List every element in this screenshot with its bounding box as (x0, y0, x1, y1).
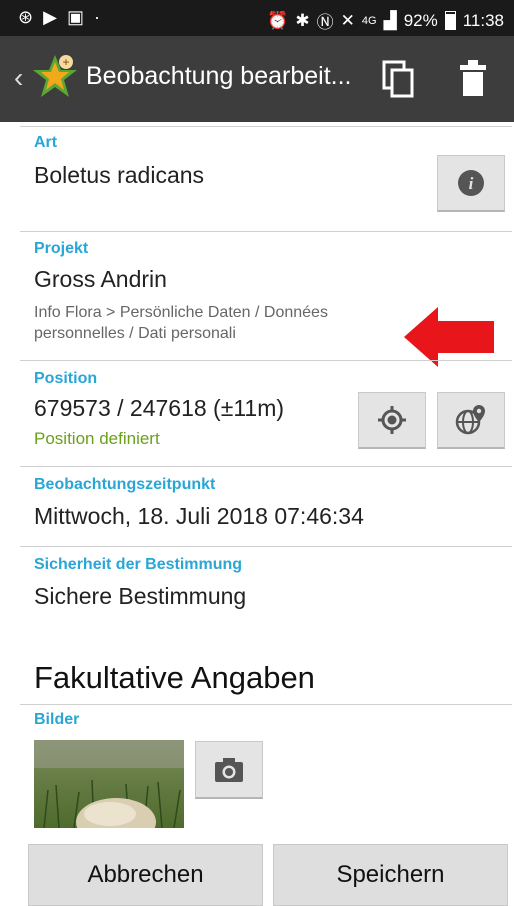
alarm-icon: ⏰ (267, 10, 289, 30)
battery-icon (444, 11, 456, 30)
page-title: Beobachtung bearbeit... (86, 62, 352, 90)
section-heading: Fakultative Angaben (34, 660, 315, 695)
notification-icon: ⊛ (18, 7, 34, 27)
battery-percent: 92% (403, 10, 438, 30)
back-chevron-icon[interactable]: ‹ (14, 62, 23, 94)
divider (20, 231, 512, 232)
camera-button[interactable] (195, 741, 263, 799)
divider (20, 126, 512, 127)
map-button[interactable] (437, 392, 505, 449)
cancel-button[interactable]: Abbrechen (28, 844, 263, 906)
delete-icon[interactable] (458, 56, 488, 98)
position-status: Position definiert (34, 429, 160, 448)
sicherheit-label: Sicherheit der Bestimmung (34, 556, 243, 573)
photo-thumbnail[interactable] (34, 740, 184, 828)
copy-icon[interactable] (380, 58, 416, 98)
bilder-label: Bilder (34, 711, 80, 728)
svg-text:i: i (469, 174, 474, 193)
bluetooth-icon: ✱ (295, 10, 310, 30)
gps-target-icon (378, 406, 406, 434)
svg-text:+: + (62, 55, 69, 69)
projekt-value[interactable]: Gross Andrin (34, 266, 167, 293)
signal-icon: ▟ (383, 10, 397, 30)
divider (20, 466, 512, 467)
status-left-icons: ⊛ ▶ ▣ · (18, 7, 100, 28)
zeitpunkt-value[interactable]: Mittwoch, 18. Juli 2018 07:46:34 (34, 503, 364, 530)
status-bar: ⊛ ▶ ▣ · ⏰ ✱ Ⓝ ✕ 4G ▟ 92% 11:38 (0, 0, 514, 36)
mute-icon: ✕ (340, 10, 355, 30)
locate-button[interactable] (358, 392, 426, 449)
art-value[interactable]: Boletus radicans (34, 162, 204, 189)
dot-icon: · (93, 7, 100, 27)
position-value[interactable]: 679573 / 247618 (±11m) (34, 395, 284, 422)
globe-pin-icon (455, 405, 485, 435)
clock: 11:38 (462, 10, 504, 30)
save-button[interactable]: Speichern (273, 844, 508, 906)
projekt-path: Info Flora > Persönliche Daten / Données… (34, 304, 328, 342)
art-label: Art (34, 134, 58, 151)
play-icon: ▶ (43, 7, 57, 27)
sicherheit-value[interactable]: Sichere Bestimmung (34, 583, 246, 610)
image-icon: ▣ (66, 7, 84, 27)
network-type: 4G (361, 14, 377, 27)
nfc-icon: Ⓝ (316, 13, 334, 32)
divider (20, 360, 512, 361)
projekt-label: Projekt (34, 240, 89, 257)
camera-icon (215, 757, 243, 782)
zeitpunkt-label: Beobachtungszeitpunkt (34, 476, 216, 493)
divider (20, 704, 512, 705)
position-label: Position (34, 370, 98, 387)
info-icon: i (458, 170, 484, 196)
status-right-icons: ⏰ ✱ Ⓝ ✕ 4G ▟ 92% 11:38 (267, 8, 504, 33)
app-bar: ‹ + Beobachtung bearbeit... (0, 36, 514, 122)
info-button[interactable]: i (437, 155, 505, 212)
app-logo-icon[interactable]: + (30, 52, 80, 102)
divider (20, 546, 512, 547)
